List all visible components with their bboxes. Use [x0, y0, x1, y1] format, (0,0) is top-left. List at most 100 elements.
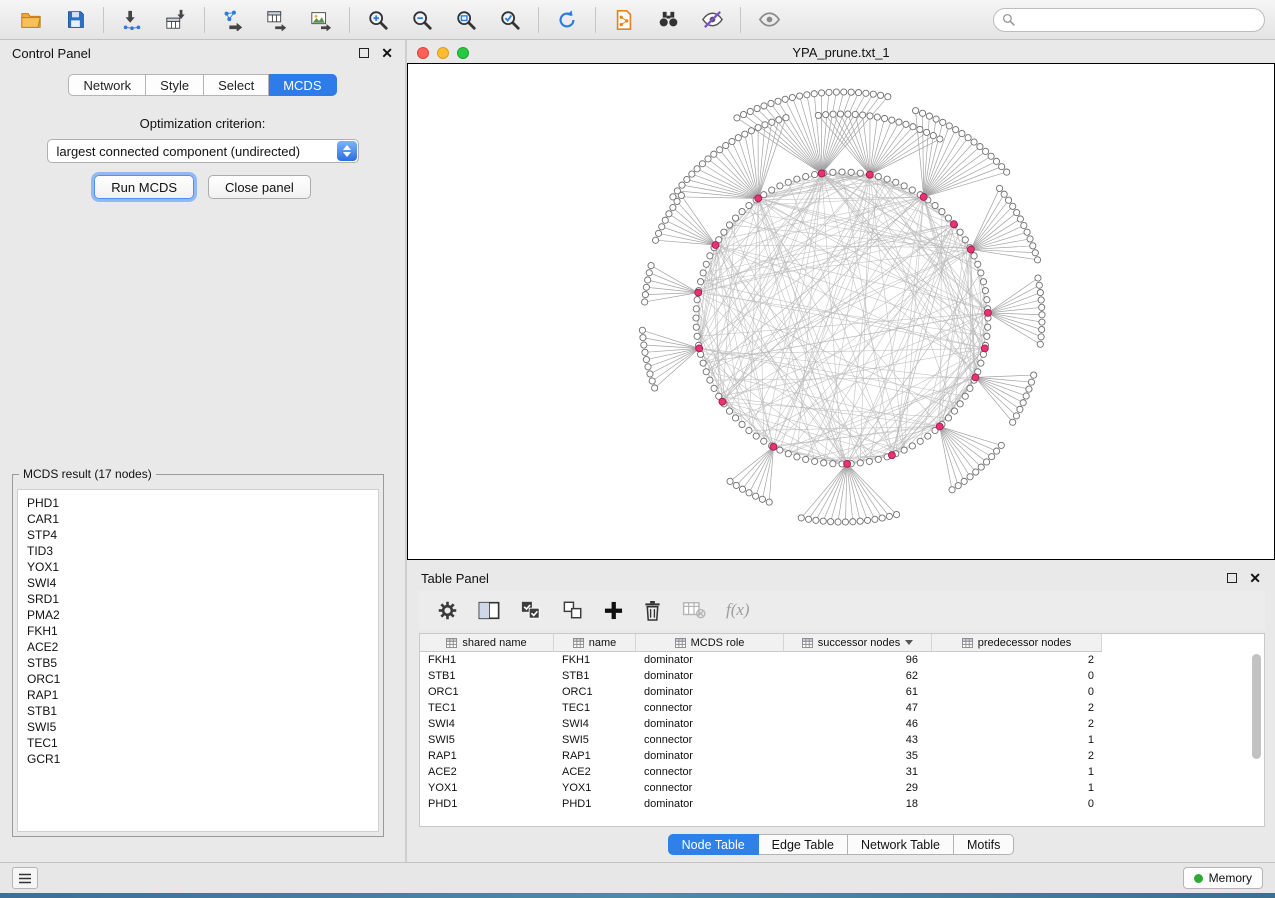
- network-node[interactable]: [775, 98, 781, 104]
- mcds-result-item[interactable]: TEC1: [27, 735, 369, 751]
- float-panel-icon[interactable]: [359, 48, 369, 58]
- network-node[interactable]: [957, 229, 963, 235]
- network-node[interactable]: [917, 438, 923, 444]
- zoom-fit-icon[interactable]: [445, 4, 487, 36]
- network-node[interactable]: [848, 89, 854, 95]
- network-node[interactable]: [652, 237, 658, 243]
- network-node[interactable]: [919, 110, 925, 116]
- network-node[interactable]: [659, 224, 665, 230]
- network-node[interactable]: [982, 288, 988, 294]
- network-node[interactable]: [875, 173, 881, 179]
- network-node[interactable]: [794, 176, 800, 182]
- table-row[interactable]: STB1STB1dominator620: [420, 668, 1264, 684]
- network-node[interactable]: [652, 385, 658, 391]
- network-node[interactable]: [739, 486, 745, 492]
- column-header-name[interactable]: name: [554, 634, 636, 652]
- network-node[interactable]: [893, 179, 899, 185]
- network-node[interactable]: [961, 478, 967, 484]
- network-node[interactable]: [910, 124, 916, 130]
- add-row-icon[interactable]: [604, 601, 623, 620]
- network-node[interactable]: [707, 377, 713, 383]
- network-node[interactable]: [1037, 289, 1043, 295]
- network-node[interactable]: [1038, 297, 1044, 303]
- mcds-result-item[interactable]: ACE2: [27, 639, 369, 655]
- network-hub-node[interactable]: [696, 345, 703, 352]
- network-node[interactable]: [984, 333, 990, 339]
- network-node[interactable]: [946, 123, 952, 129]
- network-node[interactable]: [694, 333, 700, 339]
- network-node[interactable]: [727, 478, 733, 484]
- criterion-dropdown[interactable]: largest connected component (undirected): [47, 139, 359, 163]
- close-panel-icon[interactable]: ✕: [381, 48, 393, 58]
- network-node[interactable]: [1028, 379, 1034, 385]
- zoom-out-icon[interactable]: [401, 4, 443, 36]
- network-node[interactable]: [885, 94, 891, 100]
- network-node[interactable]: [694, 166, 700, 172]
- close-panel-button[interactable]: Close panel: [208, 175, 311, 199]
- network-node[interactable]: [641, 342, 647, 348]
- mcds-result-item[interactable]: SWI4: [27, 575, 369, 591]
- network-node[interactable]: [962, 237, 968, 243]
- network-node[interactable]: [962, 393, 968, 399]
- binoculars-icon[interactable]: [647, 4, 689, 36]
- network-node[interactable]: [812, 458, 818, 464]
- network-node[interactable]: [705, 156, 711, 162]
- mcds-result-item[interactable]: CAR1: [27, 511, 369, 527]
- network-hub-node[interactable]: [755, 195, 762, 202]
- network-node[interactable]: [726, 408, 732, 414]
- network-node[interactable]: [794, 454, 800, 460]
- network-node[interactable]: [967, 474, 973, 480]
- network-node[interactable]: [988, 153, 994, 159]
- network-node[interactable]: [759, 496, 765, 502]
- network-node[interactable]: [983, 459, 989, 465]
- mcds-result-item[interactable]: FKH1: [27, 623, 369, 639]
- network-node[interactable]: [811, 91, 817, 97]
- network-node[interactable]: [877, 92, 883, 98]
- network-node[interactable]: [646, 270, 652, 276]
- network-node[interactable]: [1010, 419, 1016, 425]
- network-node[interactable]: [1001, 191, 1007, 197]
- network-node[interactable]: [999, 164, 1005, 170]
- network-node[interactable]: [826, 89, 832, 95]
- mcds-result-item[interactable]: GCR1: [27, 751, 369, 767]
- memory-button[interactable]: Memory: [1183, 867, 1263, 889]
- zoom-in-icon[interactable]: [357, 4, 399, 36]
- network-node[interactable]: [978, 360, 984, 366]
- network-node[interactable]: [815, 112, 821, 118]
- export-image-icon[interactable]: [300, 4, 342, 36]
- column-header-mcds-role[interactable]: MCDS role: [636, 634, 784, 652]
- network-node[interactable]: [813, 517, 819, 523]
- network-node[interactable]: [721, 229, 727, 235]
- network-node[interactable]: [642, 291, 648, 297]
- network-node[interactable]: [978, 270, 984, 276]
- column-header-shared-name[interactable]: shared name: [420, 634, 554, 652]
- network-hub-node[interactable]: [844, 460, 851, 467]
- network-node[interactable]: [884, 176, 890, 182]
- network-node[interactable]: [647, 371, 653, 377]
- network-node[interactable]: [1039, 326, 1045, 332]
- network-node[interactable]: [837, 111, 843, 117]
- network-node[interactable]: [855, 90, 861, 96]
- network-node[interactable]: [863, 90, 869, 96]
- mcds-result-item[interactable]: SRD1: [27, 591, 369, 607]
- network-node[interactable]: [726, 222, 732, 228]
- network-node[interactable]: [924, 129, 930, 135]
- network-node[interactable]: [689, 171, 695, 177]
- columns-icon[interactable]: [478, 601, 500, 620]
- network-node[interactable]: [937, 136, 943, 142]
- network-node[interactable]: [881, 115, 887, 121]
- table-scrollbar-thumb[interactable]: [1252, 654, 1261, 759]
- network-node[interactable]: [1036, 282, 1042, 288]
- network-node[interactable]: [841, 89, 847, 95]
- tab-style[interactable]: Style: [146, 74, 204, 96]
- network-node[interactable]: [1017, 216, 1023, 222]
- table-row[interactable]: ORC1ORC1dominator610: [420, 684, 1264, 700]
- network-node[interactable]: [746, 490, 752, 496]
- export-network-icon[interactable]: [212, 4, 254, 36]
- network-node[interactable]: [925, 433, 931, 439]
- network-node[interactable]: [857, 170, 863, 176]
- network-node[interactable]: [693, 306, 699, 312]
- mcds-result-item[interactable]: SWI5: [27, 719, 369, 735]
- network-node[interactable]: [845, 111, 851, 117]
- table-row[interactable]: ACE2ACE2connector311: [420, 764, 1264, 780]
